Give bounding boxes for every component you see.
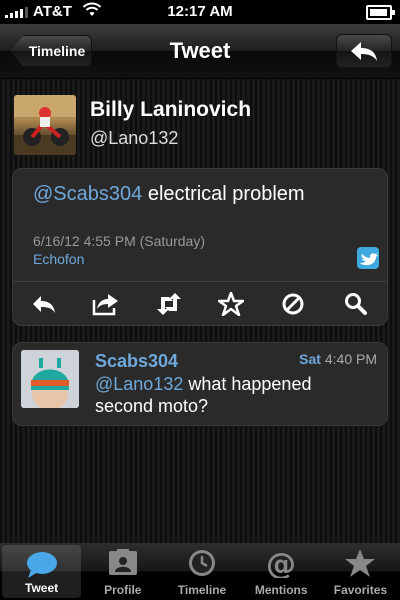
tweet-text: @Scabs304 electrical problem [33,183,305,206]
tweet-source-link[interactable]: Echofon [33,251,84,267]
tab-timeline[interactable]: Timeline [162,543,241,600]
status-bar: AT&T 12:17 AM [0,0,400,24]
speech-bubble-icon [26,552,57,578]
retweet-icon [156,293,181,315]
tab-timeline-label: Timeline [177,583,227,597]
reply-tweet-item[interactable]: Scabs304 Sat 4:40 PM @Lano132 what happe… [12,342,388,426]
reply-action-button[interactable] [28,288,60,320]
reply-author-name[interactable]: Scabs304 [95,351,178,372]
search-icon [344,293,367,315]
author-avatar[interactable] [14,95,76,155]
tab-profile[interactable]: Profile [83,543,162,600]
reply-arrow-icon [351,42,377,61]
tab-bar: Tweet Profile Timeline @ Mentions Favori… [0,543,400,600]
status-time: 12:17 AM [167,3,233,20]
author-name[interactable]: Billy Laninovich [90,98,251,122]
share-icon [93,294,119,316]
profile-card-icon [108,549,137,575]
star-icon [345,549,376,577]
favorite-star-icon [218,292,245,316]
reply-author-avatar[interactable] [21,350,79,408]
battery-icon [366,5,395,20]
navigation-bar: Timeline Tweet [0,24,400,79]
tab-tweet[interactable]: Tweet [2,545,82,598]
reply-text: @Lano132 what happened second moto? [95,373,365,417]
reply-day: Sat [299,351,321,367]
block-action-button[interactable] [277,288,309,320]
tweet-body: electrical problem [142,183,305,205]
reply-time: 4:40 PM [320,351,377,367]
tab-favorites-label: Favorites [333,583,388,597]
favorite-action-button[interactable] [215,288,247,320]
at-sign-icon: @ [266,548,296,578]
clock-icon [189,550,215,576]
author-handle: @Lano132 [90,128,179,148]
retweet-action-button[interactable] [153,288,185,320]
tab-profile-label: Profile [104,583,142,597]
block-icon [282,293,304,315]
tab-favorites[interactable]: Favorites [321,543,400,600]
twitter-bird-icon [357,247,379,269]
share-action-button[interactable] [90,288,122,320]
tweet-mention-link[interactable]: @Scabs304 [33,183,142,205]
reply-mention-link[interactable]: @Lano132 [95,374,183,394]
tweet-card: @Scabs304 electrical problem 6/16/12 4:5… [12,168,388,326]
svg-text:@: @ [266,548,296,578]
tab-mentions[interactable]: @ Mentions [242,543,321,600]
tweet-action-bar [13,281,387,325]
tab-tweet-label: Tweet [25,581,59,595]
reply-button[interactable] [336,34,392,68]
tweet-timestamp: 6/16/12 4:55 PM (Saturday) [33,233,205,249]
tab-mentions-label: Mentions [254,583,308,597]
reply-timestamp: Sat 4:40 PM [299,351,377,367]
search-action-button[interactable] [340,288,372,320]
reply-icon [33,296,56,313]
